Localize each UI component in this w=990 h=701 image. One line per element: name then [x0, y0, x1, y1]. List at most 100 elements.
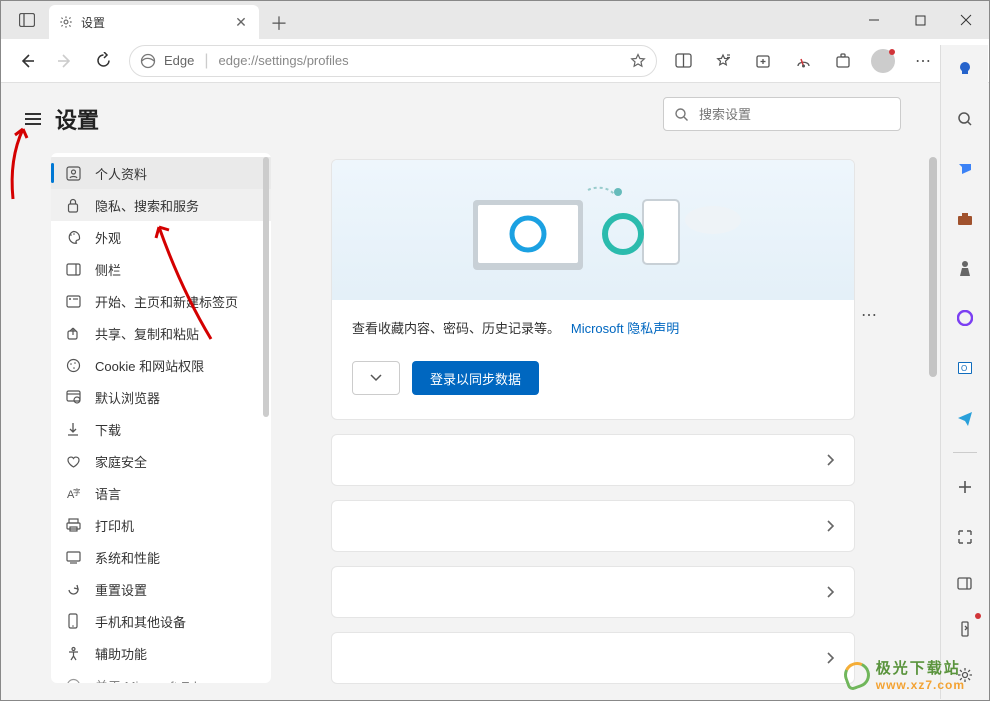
start-icon: [65, 293, 81, 309]
edge-sidebar: O: [940, 45, 988, 699]
nav-item-accessibility[interactable]: 辅助功能: [51, 637, 271, 669]
browser-tab[interactable]: 设置 ✕: [49, 5, 259, 39]
nav-label: 系统和性能: [95, 548, 160, 567]
address-bar[interactable]: Edge | edge://settings/profiles: [129, 45, 657, 77]
nav-item-downloads[interactable]: 下载: [51, 413, 271, 445]
tab-title: 设置: [81, 14, 233, 31]
share-icon: [65, 325, 81, 341]
nav-item-reset[interactable]: 重置设置: [51, 573, 271, 605]
sidebar-icon: [65, 261, 81, 277]
nav-item-default-browser[interactable]: 默认浏览器: [51, 381, 271, 413]
signin-button[interactable]: 登录以同步数据: [412, 361, 539, 395]
nav-scrollbar[interactable]: [263, 157, 269, 417]
sidebar-outlook[interactable]: O: [949, 352, 981, 384]
sidebar-tools[interactable]: [949, 203, 981, 235]
sidebar-collapse[interactable]: [949, 567, 981, 599]
toolbar: Edge | edge://settings/profiles ⋯: [1, 39, 989, 83]
privacy-link[interactable]: Microsoft 隐私声明: [571, 321, 679, 336]
extensions-button[interactable]: [825, 43, 861, 79]
nav-item-family[interactable]: 家庭安全: [51, 445, 271, 477]
maximize-button[interactable]: [897, 1, 943, 39]
gear-icon: [59, 15, 73, 29]
svg-text:O: O: [961, 364, 967, 373]
settings-expander-2[interactable]: [331, 500, 855, 552]
nav-label: 默认浏览器: [95, 388, 160, 407]
nav-item-appearance[interactable]: 外观: [51, 221, 271, 253]
lock-icon: [65, 197, 81, 213]
svg-text:字: 字: [73, 487, 80, 497]
settings-nav: 个人资料 隐私、搜索和服务 外观 侧栏 开始、主页和新建标签页 共享、复制和粘贴…: [51, 153, 271, 683]
profile-hero-card: 查看收藏内容、密码、历史记录等。 Microsoft 隐私声明 登录以同步数据: [331, 159, 855, 420]
settings-panel: 设置 个人资料 隐私、搜索和服务 外观 侧栏 开始、主页和新建标签页 共享、复制…: [15, 95, 271, 683]
new-tab-button[interactable]: ＋: [263, 7, 295, 39]
hero-text: 查看收藏内容、密码、历史记录等。 Microsoft 隐私声明: [352, 318, 834, 337]
chevron-right-icon: [826, 585, 836, 599]
nav-label: 开始、主页和新建标签页: [95, 292, 238, 311]
collections-button[interactable]: [745, 43, 781, 79]
nav-label: 下载: [95, 420, 121, 439]
split-screen-button[interactable]: [665, 43, 701, 79]
family-icon: [65, 453, 81, 469]
sidebar-office[interactable]: [949, 302, 981, 334]
download-icon: [65, 421, 81, 437]
sidebar-add[interactable]: [949, 471, 981, 503]
cookie-icon: [65, 357, 81, 373]
nav-item-start[interactable]: 开始、主页和新建标签页: [51, 285, 271, 317]
favorites-button[interactable]: [705, 43, 741, 79]
hamburger-icon[interactable]: [25, 113, 41, 125]
watermark: 极光下载站 www.xz7.com: [844, 657, 965, 692]
search-icon: [674, 107, 689, 122]
profile-dropdown[interactable]: [352, 361, 400, 395]
settings-expander-4[interactable]: [331, 632, 855, 684]
hero-illustration: [332, 160, 854, 300]
sidebar-search[interactable]: [949, 53, 981, 85]
more-button[interactable]: ⋯: [905, 43, 941, 79]
back-button[interactable]: [9, 43, 45, 79]
nav-item-language[interactable]: A字 语言: [51, 477, 271, 509]
sidebar-games[interactable]: [949, 253, 981, 285]
performance-button[interactable]: [785, 43, 821, 79]
tabspace-button[interactable]: [9, 5, 45, 35]
profile-icon: [65, 165, 81, 181]
refresh-button[interactable]: [85, 43, 121, 79]
nav-item-privacy[interactable]: 隐私、搜索和服务: [51, 189, 271, 221]
chevron-right-icon: [826, 519, 836, 533]
nav-item-sidebar[interactable]: 侧栏: [51, 253, 271, 285]
sidebar-send[interactable]: [949, 402, 981, 434]
nav-label: 外观: [95, 228, 121, 247]
nav-item-about[interactable]: 关于 Microsoft Edge: [51, 669, 271, 683]
minimize-button[interactable]: [851, 1, 897, 39]
close-tab-icon[interactable]: ✕: [233, 14, 249, 30]
nav-label: 个人资料: [95, 164, 147, 183]
nav-item-phone[interactable]: 手机和其他设备: [51, 605, 271, 637]
edge-icon: [140, 53, 156, 69]
sidebar-customize[interactable]: [949, 613, 981, 645]
content-scrollbar[interactable]: [929, 157, 939, 694]
nav-item-system[interactable]: 系统和性能: [51, 541, 271, 573]
card-more-button[interactable]: ⋯: [861, 305, 879, 325]
nav-item-printer[interactable]: 打印机: [51, 509, 271, 541]
favorite-star-icon[interactable]: [630, 53, 646, 69]
sidebar-capture[interactable]: [949, 521, 981, 553]
forward-button[interactable]: [47, 43, 83, 79]
chevron-right-icon: [826, 651, 836, 665]
system-icon: [65, 549, 81, 565]
settings-expander-3[interactable]: [331, 566, 855, 618]
sidebar-divider: [953, 452, 977, 453]
nav-item-share[interactable]: 共享、复制和粘贴: [51, 317, 271, 349]
notification-dot: [975, 613, 981, 619]
address-brand: Edge: [164, 53, 194, 68]
profile-button[interactable]: [865, 43, 901, 79]
settings-expander-1[interactable]: [331, 434, 855, 486]
nav-item-profile[interactable]: 个人资料: [51, 157, 271, 189]
content-area: 查看收藏内容、密码、历史记录等。 Microsoft 隐私声明 登录以同步数据 …: [331, 83, 989, 696]
search-input[interactable]: [699, 107, 890, 122]
nav-item-cookies[interactable]: Cookie 和网站权限: [51, 349, 271, 381]
nav-label: 共享、复制和粘贴: [95, 324, 199, 343]
close-window-button[interactable]: [943, 1, 989, 39]
sidebar-search2[interactable]: [949, 103, 981, 135]
sidebar-shopping[interactable]: [949, 153, 981, 185]
watermark-logo: [840, 658, 873, 691]
accessibility-icon: [65, 645, 81, 661]
settings-search[interactable]: [663, 97, 901, 131]
